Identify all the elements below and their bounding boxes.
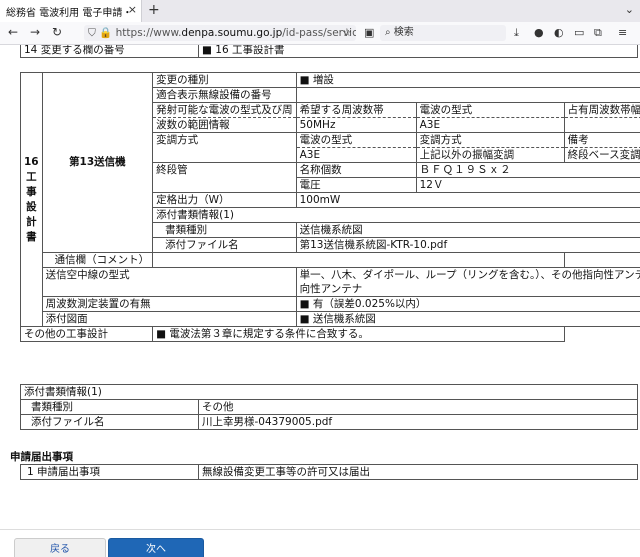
button-bar: 戻る 次へ: [0, 529, 640, 557]
bandwidth-header: 占有周波数帯幅: [563, 102, 640, 118]
table-row: 添付ファイル名 川上幸男様-04379005.pdf: [20, 414, 638, 430]
back-button[interactable]: 戻る: [14, 538, 106, 557]
table-row: その他の工事設計 ■ 電波法第３章に規定する条件に合致する。: [19, 326, 640, 342]
file-name-value: 第13送信機系統図-KTR-10.pdf: [295, 237, 640, 253]
section-16-label: 16工事設計書: [20, 72, 43, 327]
attach-drawing-value: ■ 送信機系統図: [295, 311, 640, 327]
new-tab-icon[interactable]: +: [148, 2, 160, 18]
doc-type-label: 書類種別: [20, 399, 199, 415]
address-bar[interactable]: ⛉ 🔒 https://www.denpa.soumu.go.jp/id-pas…: [84, 25, 356, 41]
table-row: 添付書類情報(1): [20, 384, 638, 400]
emission-type-value: A3E: [415, 117, 565, 133]
next-button[interactable]: 次へ: [108, 538, 204, 557]
rated-output-label: 定格出力（W）: [152, 192, 297, 208]
search-placeholder: 検索: [393, 27, 414, 38]
forward-arrow-icon[interactable]: →: [30, 25, 40, 39]
back-arrow-icon[interactable]: ←: [8, 25, 18, 39]
attach-info-label: 添付書類情報(1): [152, 207, 640, 223]
bookmark-star-icon[interactable]: ☆: [342, 26, 352, 39]
table-row: 14 変更する欄の番号 ■ 16 工事設計書: [20, 45, 638, 58]
comment-value: [152, 252, 565, 268]
application-label: 1 申請届出事項: [20, 464, 199, 480]
url-prefix: https://www.: [115, 27, 182, 39]
file-name-label: 添付ファイル名: [20, 414, 199, 430]
page-content: 14 変更する欄の番号 ■ 16 工事設計書 16工事設計書 第13送信機 変更…: [0, 45, 640, 557]
design-table: 16工事設計書 第13送信機 変更の種別 ■ 増設 適合表示無線設備の番号 発射…: [19, 72, 640, 342]
other-design-label: その他の工事設計: [19, 326, 154, 342]
reload-icon[interactable]: ↻: [52, 25, 62, 39]
emission-label: 発射可能な電波の型式及び周: [152, 102, 297, 118]
antenna-value: 単一、八木、ダイポール、ループ（リングを含む。）、その他指向性アンテナ、その他無…: [295, 267, 640, 282]
row-label: 14 変更する欄の番号: [20, 45, 199, 58]
voltage-label: 電圧: [295, 177, 417, 193]
freq-measure-label: 周波数測定装置の有無: [41, 296, 297, 312]
comment-label: 通信欄（コメント）: [41, 252, 154, 268]
shield-icon: ⛉: [88, 27, 96, 39]
mod-method-value: 上記以外の振幅変調: [415, 147, 565, 163]
display-number-label: 適合表示無線設備の番号: [152, 87, 297, 103]
container-icon[interactable]: ◐: [554, 26, 564, 39]
doc-type-value: その他: [198, 399, 638, 415]
freq-measure-value: ■ 有（誤差0.025%以内）: [295, 296, 640, 312]
attach-drawing-label: 添付図面: [41, 311, 297, 327]
search-box[interactable]: ⌕ 検索: [380, 25, 506, 41]
mod-method-header: 変調方式: [415, 132, 565, 148]
table-row: 周波数測定装置の有無 ■ 有（誤差0.025%以内）: [21, 296, 640, 312]
modulation-label: 変調方式: [152, 132, 297, 163]
navigation-bar: ← → ↻ ⛉ 🔒 https://www.denpa.soumu.go.jp/…: [0, 22, 640, 45]
browser-tab[interactable]: 総務省 電波利用 電子申請・ ×: [0, 0, 142, 22]
extension-icon[interactable]: ●: [534, 26, 544, 39]
freq-band-header: 希望する周波数帯: [295, 102, 417, 118]
menu-icon[interactable]: ≡: [618, 26, 627, 39]
application-table: 1 申請届出事項 無線設備変更工事等の許可又は届出: [20, 464, 638, 480]
final-stage-label: 終段管: [152, 162, 297, 193]
display-number-value: [295, 87, 640, 103]
change-type-value: ■ 増設: [295, 72, 640, 88]
search-icon: ⌕: [385, 27, 391, 38]
mod-emission-header: 電波の型式: [295, 132, 417, 148]
tube-name-value: ＢＦＱ１９Ｓｘ２: [415, 162, 640, 178]
lock-icon: 🔒: [99, 27, 113, 39]
puzzle-icon[interactable]: ⧉: [594, 26, 602, 40]
tab-title: 総務省 電波利用 電子申請・: [6, 8, 133, 19]
header-table: 14 変更する欄の番号 ■ 16 工事設計書: [20, 45, 638, 58]
url-host: denpa.soumu.go.jp: [181, 27, 283, 39]
tube-name-label: 名称個数: [295, 162, 417, 178]
mod-emission-value: A3E: [295, 147, 417, 163]
bandwidth-value: [563, 117, 640, 133]
table-row: 書類種別 その他: [20, 399, 638, 415]
attach-header: 添付書類情報(1): [20, 384, 638, 400]
chevron-down-icon[interactable]: ⌄: [625, 3, 634, 16]
emission-label-2: 波数の範囲情報: [152, 117, 297, 133]
antenna-value-2: 向性アンテナ: [295, 282, 640, 297]
table-row: 送信空中線の型式 単一、八木、ダイポール、ループ（リングを含む。）、その他指向性…: [21, 267, 640, 297]
transmitter-label: 第13送信機: [41, 72, 154, 253]
table-row: 通信欄（コメント）: [21, 252, 640, 268]
mod-remarks-header: 備考: [563, 132, 640, 148]
file-name-value: 川上幸男様-04379005.pdf: [198, 414, 638, 430]
antenna-label: 送信空中線の型式: [41, 267, 297, 297]
doc-type-value: 送信機系統図: [295, 222, 640, 238]
reader-view-icon[interactable]: ▣: [364, 26, 374, 39]
doc-type-label: 書類種別: [152, 222, 297, 238]
folder-icon[interactable]: ▭: [574, 26, 584, 39]
tab-bar: 総務省 電波利用 電子申請・ × + ⌄: [0, 0, 640, 22]
section-title: 申請届出事項: [10, 451, 73, 463]
change-type-label: 変更の種別: [152, 72, 297, 88]
attachment-table: 添付書類情報(1) 書類種別 その他 添付ファイル名 川上幸男様-0437900…: [20, 384, 638, 430]
rated-output-value: 100mW: [295, 192, 640, 208]
close-icon[interactable]: ×: [128, 3, 137, 16]
table-row: 1 申請届出事項 無線設備変更工事等の許可又は届出: [20, 464, 638, 480]
voltage-value: 12Ｖ: [415, 177, 640, 193]
freq-band-value: 50MHz: [295, 117, 417, 133]
table-row: 16工事設計書 第13送信機 変更の種別 ■ 増設: [20, 72, 640, 327]
download-icon[interactable]: ⤓: [514, 26, 519, 40]
application-value: 無線設備変更工事等の許可又は届出: [198, 464, 638, 480]
file-name-label: 添付ファイル名: [152, 237, 297, 253]
table-row: 添付図面 ■ 送信機系統図: [21, 311, 640, 327]
mod-remarks-value: 終段ベース変調: [563, 147, 640, 163]
other-design-value: ■ 電波法第３章に規定する条件に合致する。: [152, 326, 565, 342]
emission-type-header: 電波の型式: [415, 102, 565, 118]
row-value: ■ 16 工事設計書: [198, 45, 638, 58]
